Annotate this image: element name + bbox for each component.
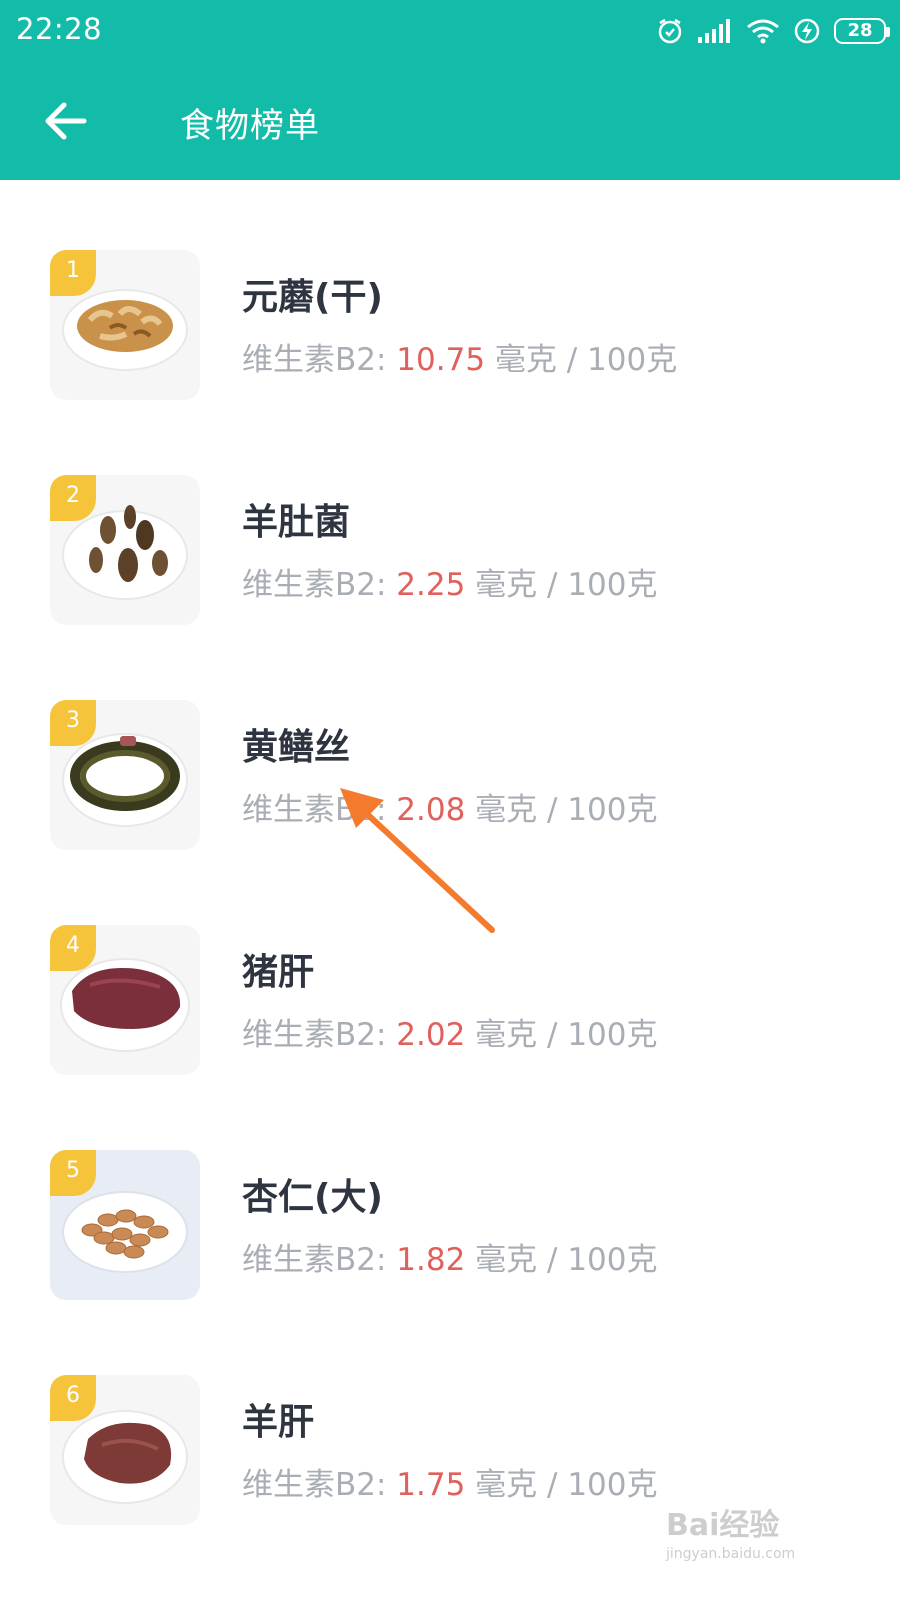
rank-badge: 3 bbox=[50, 700, 96, 746]
status-icons: 28 bbox=[656, 14, 886, 48]
unit-label: 毫克 / 100克 bbox=[465, 567, 657, 603]
list-item[interactable]: 6 羊肝 维生素B2: 1.75 毫克 / 100克 bbox=[0, 1375, 900, 1605]
food-image: 4 bbox=[50, 925, 200, 1075]
nutrient-label: 维生素B2: bbox=[242, 792, 396, 828]
unit-label: 毫克 / 100克 bbox=[465, 1017, 657, 1053]
food-name: 元蘑(干) bbox=[242, 268, 383, 320]
nutrient-label: 维生素B2: bbox=[242, 567, 396, 603]
list-item[interactable]: 1 元蘑(干) 维生素B2: 10.75 毫克 / 100克 bbox=[0, 250, 900, 480]
signal-icon bbox=[698, 19, 732, 43]
nutrient-line: 维生素B2: 1.82 毫克 / 100克 bbox=[242, 1234, 658, 1279]
food-name: 羊肝 bbox=[242, 1393, 314, 1445]
status-time: 22:28 bbox=[16, 12, 102, 46]
nutrient-line: 维生素B2: 10.75 毫克 / 100克 bbox=[242, 334, 677, 379]
nutrient-label: 维生素B2: bbox=[242, 1017, 396, 1053]
list-item[interactable]: 5 杏仁(大) 维生素B2: 1.82 毫克 / 100克 bbox=[0, 1150, 900, 1380]
watermark-url: jingyan.baidu.com bbox=[666, 1546, 836, 1562]
rank-badge: 2 bbox=[50, 475, 96, 521]
food-image: 5 bbox=[50, 1150, 200, 1300]
app-bar: 食物榜单 bbox=[0, 60, 900, 180]
wifi-icon bbox=[746, 18, 780, 44]
nutrient-value: 2.02 bbox=[396, 1017, 465, 1053]
unit-label: 毫克 / 100克 bbox=[465, 1242, 657, 1278]
nutrient-line: 维生素B2: 2.25 毫克 / 100克 bbox=[242, 559, 658, 604]
charging-icon bbox=[794, 17, 820, 45]
alarm-icon bbox=[656, 17, 684, 45]
unit-label: 毫克 / 100克 bbox=[465, 1467, 657, 1503]
food-image: 3 bbox=[50, 700, 200, 850]
food-name: 杏仁(大) bbox=[242, 1168, 383, 1220]
food-image: 6 bbox=[50, 1375, 200, 1525]
list-item[interactable]: 2 羊肚菌 维生素B2: 2.25 毫克 / 100克 bbox=[0, 475, 900, 705]
nutrient-line: 维生素B2: 1.75 毫克 / 100克 bbox=[242, 1459, 658, 1504]
nutrient-line: 维生素B2: 2.08 毫克 / 100克 bbox=[242, 784, 658, 829]
nutrient-value: 2.08 bbox=[396, 792, 465, 828]
food-ranking-list: 1 元蘑(干) 维生素B2: 10.75 毫克 / 100克 2 羊肚菌 维生素… bbox=[0, 180, 900, 1600]
rank-badge: 5 bbox=[50, 1150, 96, 1196]
nutrient-value: 1.82 bbox=[396, 1242, 465, 1278]
list-item[interactable]: 4 猪肝 维生素B2: 2.02 毫克 / 100克 bbox=[0, 925, 900, 1155]
watermark: Bai经验 jingyan.baidu.com bbox=[666, 1500, 836, 1562]
rank-badge: 6 bbox=[50, 1375, 96, 1421]
watermark-brand: Bai经验 bbox=[666, 1508, 779, 1543]
food-name: 羊肚菌 bbox=[242, 493, 350, 545]
food-name: 猪肝 bbox=[242, 943, 314, 995]
nutrient-label: 维生素B2: bbox=[242, 1242, 396, 1278]
unit-label: 毫克 / 100克 bbox=[485, 342, 677, 378]
nutrient-label: 维生素B2: bbox=[242, 342, 396, 378]
nutrient-line: 维生素B2: 2.02 毫克 / 100克 bbox=[242, 1009, 658, 1054]
nutrient-value: 10.75 bbox=[396, 342, 485, 378]
nutrient-label: 维生素B2: bbox=[242, 1467, 396, 1503]
battery-icon: 28 bbox=[834, 18, 886, 44]
nutrient-value: 1.75 bbox=[396, 1467, 465, 1503]
food-image: 2 bbox=[50, 475, 200, 625]
food-image: 1 bbox=[50, 250, 200, 400]
rank-badge: 1 bbox=[50, 250, 96, 296]
unit-label: 毫克 / 100克 bbox=[465, 792, 657, 828]
list-item[interactable]: 3 黄鳝丝 维生素B2: 2.08 毫克 / 100克 bbox=[0, 700, 900, 930]
rank-badge: 4 bbox=[50, 925, 96, 971]
food-name: 黄鳝丝 bbox=[242, 718, 350, 770]
status-bar: 22:28 28 bbox=[0, 0, 900, 60]
nutrient-value: 2.25 bbox=[396, 567, 465, 603]
page-title: 食物榜单 bbox=[180, 98, 320, 147]
back-arrow-icon[interactable] bbox=[40, 96, 90, 146]
